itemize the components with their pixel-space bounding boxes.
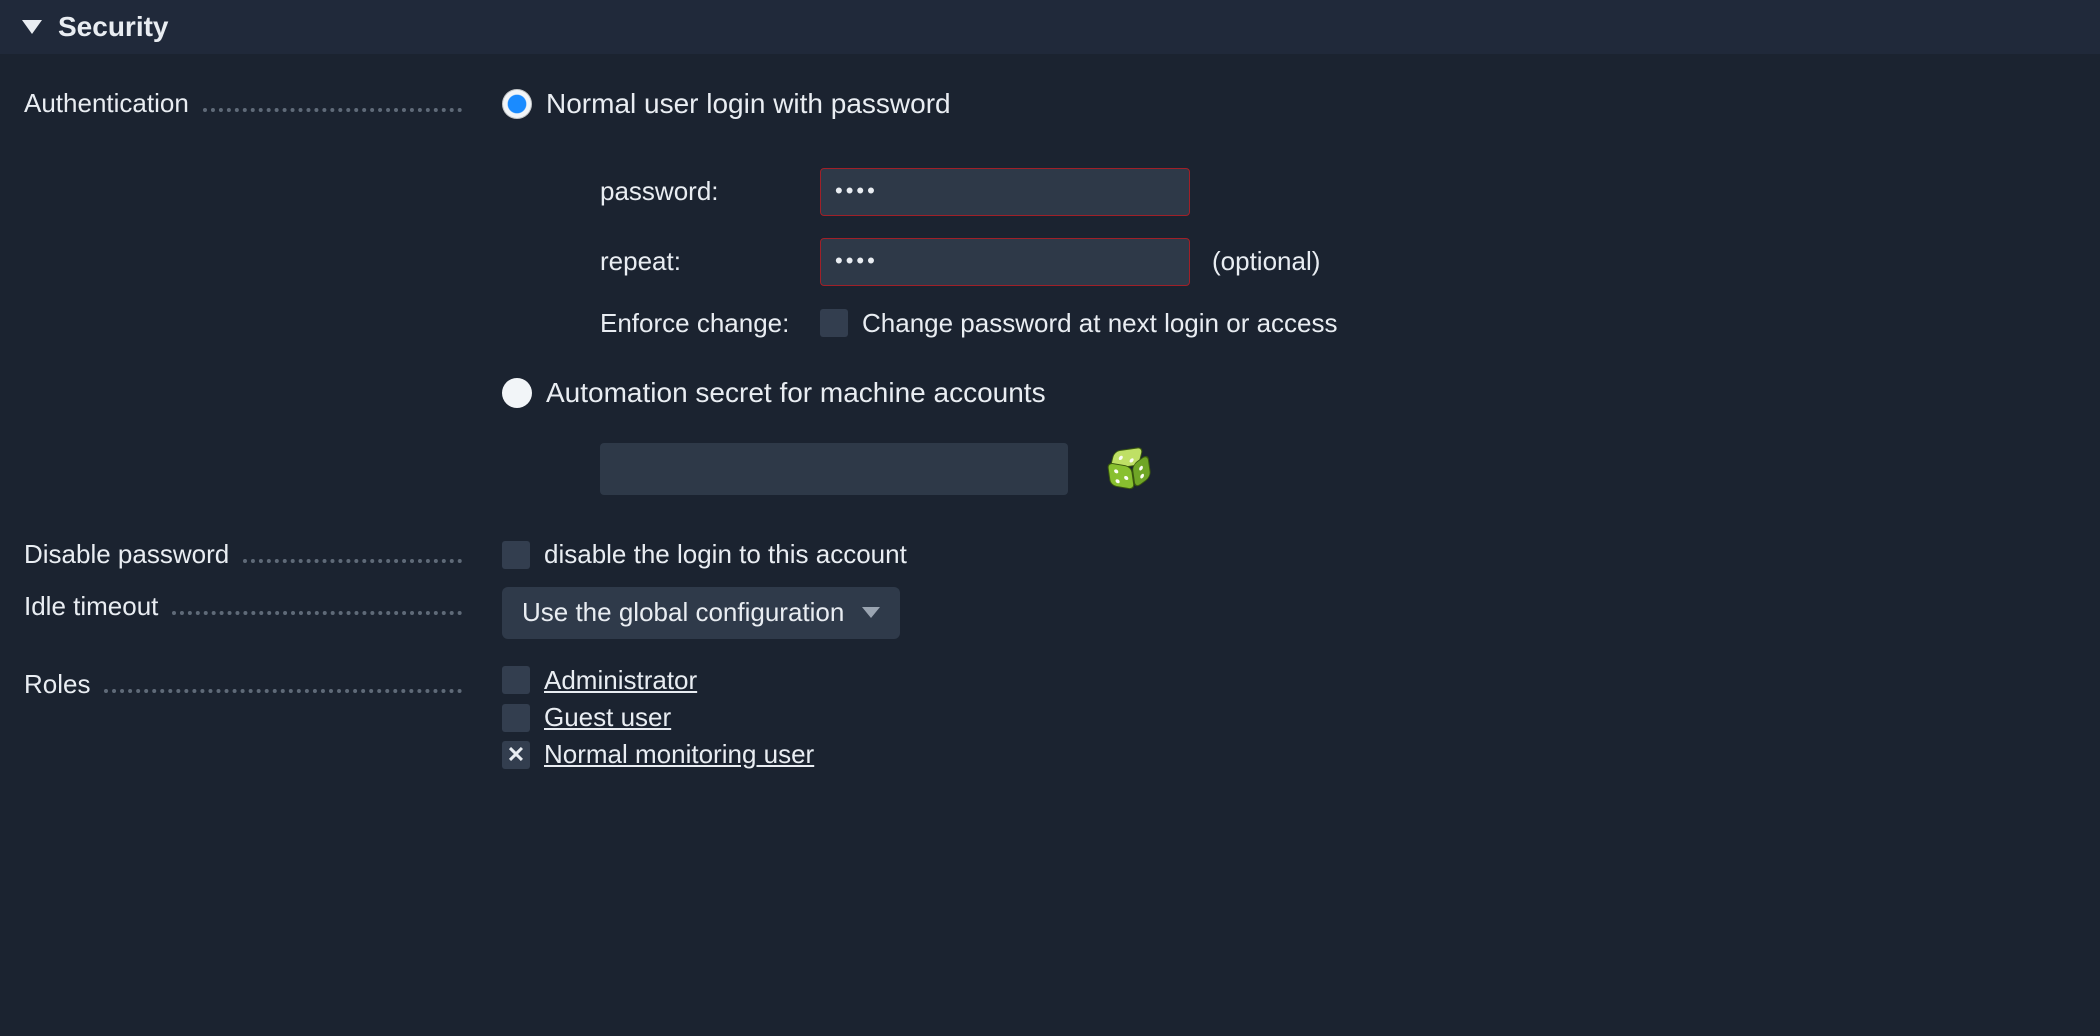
checkbox-enforce-change[interactable] (820, 309, 848, 337)
radio-auth-normal-label: Normal user login with password (546, 87, 951, 121)
repeat-hint: (optional) (1212, 246, 1320, 277)
label-password: password: (600, 176, 820, 207)
x-icon: ✕ (507, 744, 525, 766)
checkbox-disable-password-label: disable the login to this account (544, 539, 907, 570)
checkbox-enforce-change-label: Change password at next login or access (862, 308, 1338, 339)
select-idle-timeout[interactable]: Use the global configuration (502, 587, 900, 639)
role-link-normal-monitoring[interactable]: Normal monitoring user (544, 739, 814, 770)
password-block: password: •••• repeat: •••• (optional) E… (600, 168, 2076, 339)
section-header[interactable]: Security (0, 0, 2100, 54)
form-area: Authentication Normal user login with pa… (0, 54, 2100, 829)
chevron-down-icon (862, 607, 880, 618)
label-idle-timeout: Idle timeout (24, 587, 462, 627)
select-idle-timeout-value: Use the global configuration (522, 597, 844, 628)
checkbox-disable-password[interactable] (502, 541, 530, 569)
password-input[interactable]: •••• (820, 168, 1190, 216)
role-link-guest[interactable]: Guest user (544, 702, 671, 733)
label-enforce-change: Enforce change: (600, 308, 820, 339)
checkbox-role-guest[interactable] (502, 704, 530, 732)
checkbox-role-administrator[interactable] (502, 666, 530, 694)
collapse-icon (22, 20, 42, 34)
label-disable-password: Disable password (24, 535, 462, 575)
password-repeat-input[interactable]: •••• (820, 238, 1190, 286)
radio-auth-automation[interactable] (502, 378, 532, 408)
radio-auth-normal[interactable] (502, 89, 532, 119)
role-link-administrator[interactable]: Administrator (544, 665, 697, 696)
radio-auth-automation-label: Automation secret for machine accounts (546, 376, 1046, 410)
checkbox-role-normal-monitoring[interactable]: ✕ (502, 741, 530, 769)
label-authentication: Authentication (24, 84, 462, 124)
section-title: Security (58, 10, 169, 44)
role-row: Guest user (502, 702, 2076, 733)
label-repeat: repeat: (600, 246, 820, 277)
role-row: ✕ Normal monitoring user (502, 739, 2076, 770)
automation-secret-block (600, 443, 2076, 495)
dice-icon[interactable] (1105, 446, 1150, 491)
automation-secret-input[interactable] (600, 443, 1068, 495)
role-row: Administrator (502, 665, 2076, 696)
label-roles: Roles (24, 665, 462, 705)
